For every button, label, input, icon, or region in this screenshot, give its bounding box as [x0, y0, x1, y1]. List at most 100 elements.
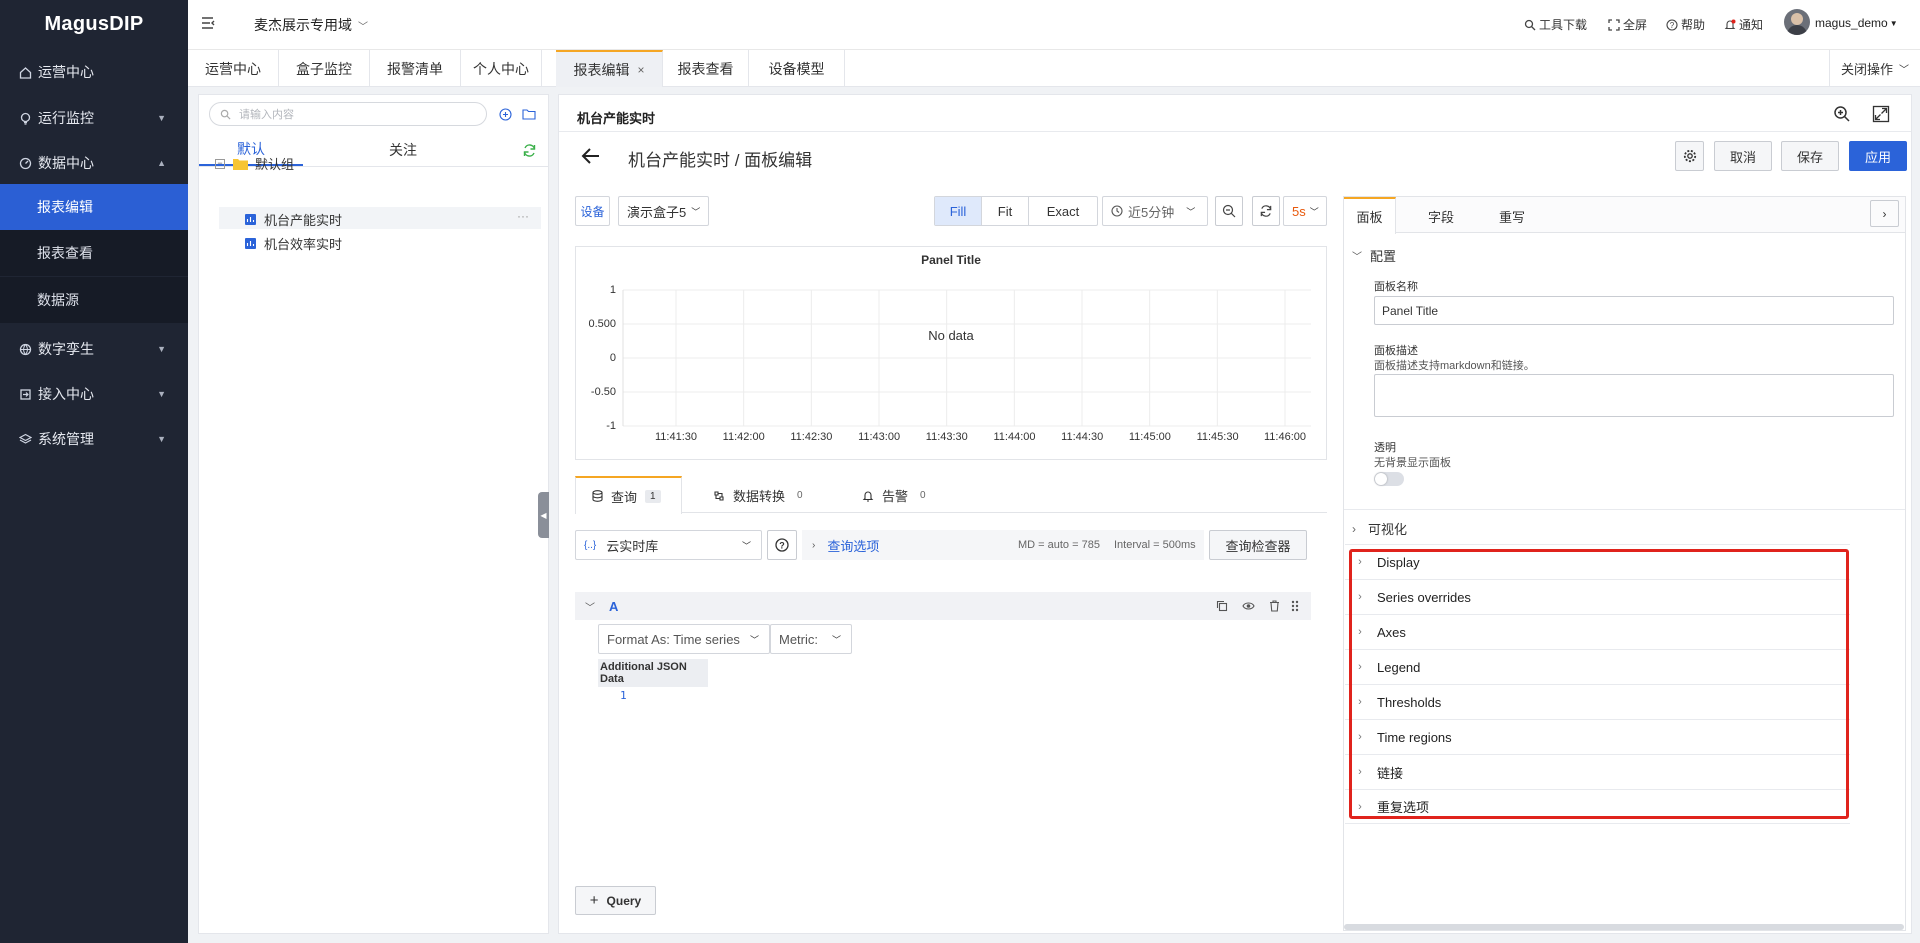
- apply-button[interactable]: 应用: [1849, 141, 1907, 171]
- expand-icon[interactable]: [1872, 105, 1890, 123]
- cancel-button[interactable]: 取消: [1714, 141, 1772, 171]
- avatar[interactable]: [1784, 9, 1810, 35]
- options-tab-panel[interactable]: 面板: [1344, 197, 1396, 234]
- notify-button[interactable]: 通知: [1724, 16, 1763, 33]
- sidebar-item-system[interactable]: 系统管理 ▼: [0, 416, 188, 462]
- refresh-icon[interactable]: [522, 143, 537, 158]
- query-row-header[interactable]: ﹀ A: [575, 592, 1311, 620]
- tab-device-model[interactable]: 设备模型: [749, 50, 845, 87]
- x-tick-label: 11:44:00: [993, 431, 1036, 443]
- copy-icon[interactable]: [1216, 600, 1228, 612]
- domain-selector[interactable]: 麦杰展示专用域 ﹀: [254, 15, 368, 35]
- app-logo: MagusDIP: [44, 13, 144, 35]
- sidebar-item-label: 数据中心: [38, 155, 94, 171]
- section-series-overrides[interactable]: › Series overrides: [1345, 579, 1850, 614]
- eye-icon[interactable]: [1242, 601, 1255, 611]
- sidebar-item-ops-center[interactable]: 运营中心: [0, 49, 188, 95]
- config-section-title: 配置: [1370, 249, 1397, 264]
- panel-name-input[interactable]: Panel Title: [1374, 296, 1894, 325]
- sidebar-item-label: 系统管理: [38, 431, 94, 447]
- datasource-select[interactable]: {..} 云实时库 ﹀: [575, 530, 762, 560]
- time-range-picker[interactable]: 近5分钟 ﹀: [1102, 196, 1208, 226]
- help-button[interactable]: ? 帮助: [1666, 16, 1705, 33]
- json-editor[interactable]: 1: [598, 687, 708, 707]
- tab-report-edit[interactable]: 报表编辑 ×: [556, 50, 663, 87]
- close-ops-menu[interactable]: 关闭操作 ﹀: [1829, 50, 1920, 87]
- search-input[interactable]: 请输入内容: [209, 102, 487, 126]
- section-legend[interactable]: › Legend: [1345, 649, 1850, 684]
- fill-button[interactable]: Fill: [935, 197, 982, 225]
- sidebar-item-monitor[interactable]: 运行监控 ▼: [0, 95, 188, 141]
- chevron-down-icon[interactable]: ﹀: [585, 599, 595, 614]
- query-options-bar[interactable]: › 查询选项 MD = auto = 785 Interval = 500ms: [802, 530, 1204, 560]
- close-icon[interactable]: ×: [637, 63, 644, 77]
- collapse-options-button[interactable]: ›: [1870, 200, 1899, 227]
- tree-item-report[interactable]: 机台效率实时: [245, 234, 342, 253]
- fit-button[interactable]: Fit: [982, 197, 1029, 225]
- login-icon: [18, 387, 32, 401]
- config-section-header[interactable]: ﹀ 配置: [1352, 246, 1396, 265]
- section-links[interactable]: › 链接: [1345, 754, 1850, 789]
- tree-group[interactable]: − 默认组: [215, 154, 294, 173]
- tab-report-view[interactable]: 报表查看: [663, 50, 749, 87]
- tree-item-report[interactable]: 机台产能实时: [245, 210, 342, 229]
- refresh-button[interactable]: [1252, 196, 1280, 226]
- visualization-section[interactable]: › 可视化: [1352, 519, 1407, 538]
- tab-ops-center[interactable]: 运营中心: [188, 50, 279, 87]
- tab-query[interactable]: 查询 1: [575, 476, 682, 514]
- more-icon[interactable]: ···: [517, 209, 529, 223]
- tab-alarm-list[interactable]: 报警清单: [370, 50, 461, 87]
- add-query-button[interactable]: + Query: [575, 886, 656, 915]
- section-time-regions[interactable]: › Time regions: [1345, 719, 1850, 754]
- folder-add-icon[interactable]: [522, 108, 536, 120]
- transparent-toggle[interactable]: [1374, 472, 1404, 486]
- add-circle-icon[interactable]: [499, 108, 512, 121]
- sidebar-subitem-datasource[interactable]: 数据源: [0, 277, 188, 323]
- section-axes[interactable]: › Axes: [1345, 614, 1850, 649]
- options-tab-field[interactable]: 字段: [1428, 207, 1454, 226]
- user-menu[interactable]: magus_demo ▼: [1815, 16, 1898, 30]
- exact-button[interactable]: Exact: [1029, 197, 1097, 225]
- section-display[interactable]: › Display: [1345, 544, 1850, 579]
- page-title: 机台产能实时 / 面板编辑: [628, 151, 813, 170]
- folder-icon: [233, 158, 248, 170]
- menu-collapse-icon[interactable]: [200, 15, 216, 31]
- section-thresholds[interactable]: › Thresholds: [1345, 684, 1850, 719]
- transform-icon: [713, 490, 725, 502]
- sidebar-subitem-report-view[interactable]: 报表查看: [0, 230, 188, 276]
- format-select[interactable]: Format As: Time series ﹀: [598, 624, 770, 654]
- tools-download[interactable]: 工具下载: [1524, 16, 1587, 33]
- plus-icon: +: [589, 892, 599, 909]
- tab-transform[interactable]: 数据转换 0: [713, 486, 803, 505]
- zoom-out-button[interactable]: [1215, 196, 1243, 226]
- collapse-icon[interactable]: −: [215, 158, 225, 169]
- trash-icon[interactable]: [1269, 600, 1280, 612]
- zoom-in-icon[interactable]: [1833, 105, 1851, 123]
- back-arrow-icon[interactable]: [581, 147, 601, 165]
- drag-handle-icon[interactable]: [1291, 600, 1299, 612]
- refresh-interval-select[interactable]: 5s ﹀: [1283, 196, 1327, 226]
- query-inspector-button[interactable]: 查询检查器: [1209, 530, 1307, 560]
- device-select[interactable]: 演示盒子5 ﹀: [618, 196, 709, 226]
- collapse-handle[interactable]: ◀: [538, 492, 549, 538]
- x-tick-label: 11:42:30: [790, 431, 833, 443]
- query-options-link[interactable]: 查询选项: [827, 536, 879, 555]
- fullscreen-button[interactable]: 全屏: [1608, 16, 1647, 33]
- transparent-hint: 无背景显示面板: [1374, 457, 1451, 469]
- tree-tab-follow[interactable]: 关注: [303, 133, 503, 166]
- sidebar-item-digital-twin[interactable]: 数字孪生 ▼: [0, 326, 188, 372]
- sidebar-subitem-report-edit[interactable]: 报表编辑: [0, 184, 188, 230]
- panel-desc-textarea[interactable]: [1374, 374, 1894, 417]
- section-repeat-options[interactable]: › 重复选项: [1345, 789, 1850, 824]
- horizontal-scrollbar[interactable]: [1344, 924, 1904, 930]
- tab-personal[interactable]: 个人中心: [461, 50, 542, 87]
- help-button[interactable]: ?: [767, 530, 797, 560]
- sidebar-item-access-center[interactable]: 接入中心 ▼: [0, 371, 188, 417]
- options-tab-override[interactable]: 重写: [1499, 207, 1525, 226]
- metric-select[interactable]: Metric: ﹀: [770, 624, 852, 654]
- sidebar-item-data-center[interactable]: 数据中心 ▲: [0, 140, 188, 186]
- settings-button[interactable]: [1675, 141, 1704, 171]
- tab-alert[interactable]: 告警 0: [862, 486, 926, 505]
- save-button[interactable]: 保存: [1781, 141, 1839, 171]
- tab-box-monitor[interactable]: 盒子监控: [279, 50, 370, 87]
